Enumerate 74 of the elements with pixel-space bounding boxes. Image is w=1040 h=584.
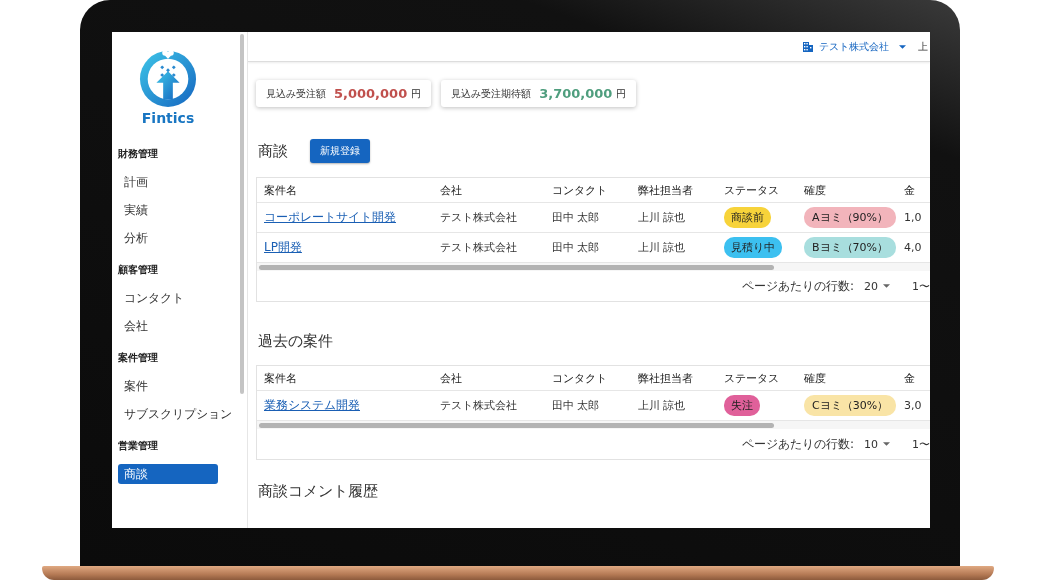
currency-unit: 円 — [411, 86, 422, 101]
currency-unit: 円 — [616, 86, 627, 101]
sidebar-item[interactable]: 商談 — [118, 464, 218, 484]
rows-per-page-label: ページあたりの行数: — [741, 435, 854, 453]
sidebar-heading: 案件管理 — [118, 351, 159, 365]
sidebar-heading: 営業管理 — [118, 439, 159, 453]
column-header[interactable]: 確度 — [797, 370, 897, 386]
column-header[interactable]: 案件名 — [257, 182, 433, 198]
confidence-chip: Aヨミ（90%） — [804, 207, 896, 228]
column-header[interactable]: ステータス — [717, 182, 797, 198]
column-header[interactable]: コンタクト — [545, 182, 631, 198]
deal-link[interactable]: 業務システム開発 — [264, 398, 360, 412]
column-header[interactable]: 金 — [897, 182, 930, 198]
deal-link[interactable]: コーポレートサイト開発 — [264, 210, 396, 224]
logo-icon — [139, 48, 197, 108]
sidebar-heading: 財務管理 — [118, 147, 159, 161]
caret-icon — [883, 442, 890, 446]
table-cell-text: 1,0 — [903, 211, 923, 224]
confidence-chip: Bヨミ（70%） — [804, 237, 896, 258]
deal-link[interactable]: LP開発 — [264, 240, 302, 254]
table-cell-text: テスト株式会社 — [439, 210, 518, 225]
column-header[interactable]: 会社 — [433, 182, 545, 198]
company-selector[interactable]: テスト株式会社 — [819, 39, 906, 54]
sidebar-item[interactable]: 案件 — [118, 372, 152, 400]
column-header[interactable]: 金 — [897, 370, 930, 386]
app-logo-text: Fintics — [141, 110, 195, 126]
section-title: 過去の案件 — [258, 332, 333, 351]
column-header[interactable]: 会社 — [433, 370, 545, 386]
sidebar-item[interactable]: 実績 — [118, 196, 152, 224]
table-cell-text: 田中 太郎 — [551, 240, 601, 255]
scrollbar[interactable] — [259, 264, 774, 270]
sidebar-item[interactable]: 会社 — [118, 312, 152, 340]
caret-icon — [899, 44, 906, 49]
column-header[interactable]: ステータス — [717, 370, 797, 386]
column-header[interactable]: 確度 — [797, 182, 897, 198]
section-title: 商談 — [258, 141, 288, 161]
new-button[interactable]: 新規登録 — [310, 139, 370, 163]
table-cell-text: テスト株式会社 — [439, 240, 518, 255]
sidebar-item[interactable]: 分析 — [118, 224, 152, 252]
building-icon — [803, 41, 813, 52]
column-header[interactable]: 案件名 — [257, 370, 433, 386]
sidebar-heading: 顧客管理 — [118, 263, 159, 277]
table-cell-text: 上川 諒也 — [637, 240, 687, 255]
card-amount: 3,700,000 — [539, 86, 613, 101]
caret-icon — [883, 284, 890, 288]
table-cell-text: 上川 諒也 — [637, 210, 687, 225]
card-label: 見込み受注期待額 — [451, 86, 532, 101]
sidebar-item[interactable]: コンタクト — [118, 284, 188, 312]
card-amount: 5,000,000 — [334, 86, 408, 101]
status-chip: 商談前 — [724, 207, 771, 228]
sidebar-item[interactable]: サブスクリプション — [118, 400, 236, 428]
table-cell-text: テスト株式会社 — [439, 398, 518, 413]
page-range: 1〜 — [912, 436, 930, 452]
status-chip: 見積り中 — [724, 237, 782, 258]
rows-per-page-select[interactable]: 10 — [864, 437, 890, 451]
rows-per-page-select[interactable]: 20 — [864, 279, 890, 293]
sidebar-item[interactable]: 計画 — [118, 168, 152, 196]
status-chip: 失注 — [724, 395, 760, 416]
column-header[interactable]: 弊社担当者 — [631, 370, 717, 386]
table-cell-text: 田中 太郎 — [551, 398, 601, 413]
rows-per-page-label: ページあたりの行数: — [741, 277, 854, 295]
user-name[interactable]: 上 — [918, 39, 930, 54]
section-title: 商談コメント履歴 — [258, 482, 378, 501]
table-cell-text: 田中 太郎 — [551, 210, 601, 225]
card-label: 見込み受注額 — [266, 86, 326, 101]
column-header[interactable]: 弊社担当者 — [631, 182, 717, 198]
table-cell-text: 上川 諒也 — [637, 398, 687, 413]
table-cell-text: 3,0 — [903, 399, 923, 412]
page-range: 1〜 — [912, 278, 930, 294]
scrollbar[interactable] — [240, 34, 244, 394]
table-cell-text: 4,0 — [903, 241, 923, 254]
confidence-chip: Cヨミ（30%） — [804, 395, 897, 416]
scrollbar[interactable] — [259, 422, 774, 428]
column-header[interactable]: コンタクト — [545, 370, 631, 386]
